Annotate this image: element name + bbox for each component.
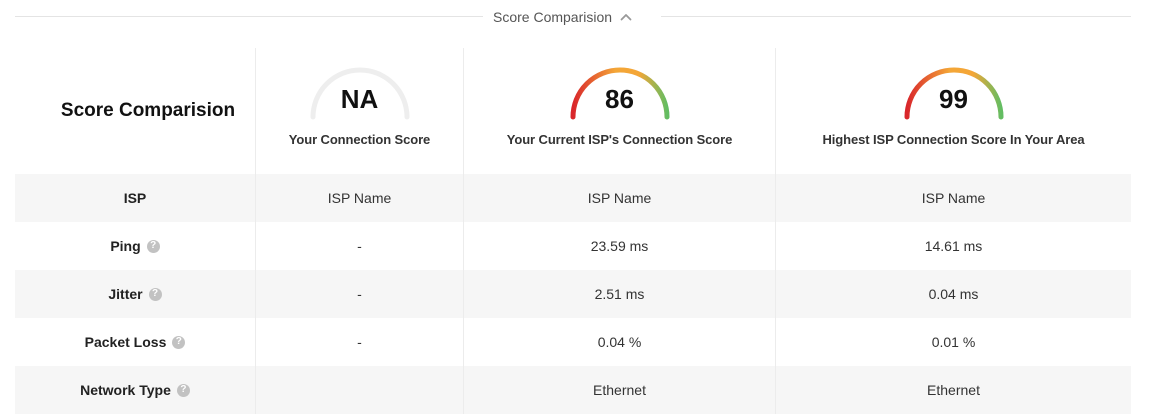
table-cell: 0.04 ms <box>775 270 1131 318</box>
table-row-network-type: Network Type ? Ethernet Ethernet <box>15 366 1131 414</box>
score-comparison-title: Score Comparision <box>60 100 236 121</box>
divider-left <box>15 16 483 17</box>
your-connection-score: NA Your Connection Score <box>255 48 463 174</box>
table-cell: ISP Name <box>463 174 775 222</box>
score-label: Highest ISP Connection Score In Your Are… <box>822 132 1085 147</box>
table-cell <box>255 366 463 414</box>
score-gauge: 99 <box>902 62 1006 122</box>
score-gauge: 86 <box>568 62 672 122</box>
table-cell: 23.59 ms <box>463 222 775 270</box>
divider-right <box>661 16 1131 17</box>
score-comparison-table: Score Comparision NA Your Connection Sco… <box>15 48 1131 414</box>
table-row-jitter: Jitter ? - 2.51 ms 0.04 ms <box>15 270 1131 318</box>
table-cell: 2.51 ms <box>463 270 775 318</box>
row-label-text: Network Type <box>80 382 171 398</box>
chevron-up-icon <box>620 13 632 21</box>
table-cell: - <box>255 222 463 270</box>
row-label: Network Type ? <box>15 366 255 414</box>
help-icon[interactable]: ? <box>176 383 190 397</box>
current-isp-score: 86 Your Current ISP's Connection Score <box>463 48 775 174</box>
row-label-text: Jitter <box>108 286 143 302</box>
row-label: Ping ? <box>15 222 255 270</box>
score-comparison-toggle[interactable]: Score Comparision <box>493 6 632 28</box>
row-label-text: Packet Loss <box>84 334 167 350</box>
row-label: Jitter ? <box>15 270 255 318</box>
row-label: ISP <box>15 174 255 222</box>
section-header: Score Comparision <box>15 0 1131 34</box>
score-label: Your Connection Score <box>288 132 431 147</box>
score-comparison-heading-cell: Score Comparision <box>15 48 255 174</box>
row-label: Packet Loss ? <box>15 318 255 366</box>
score-value: NA <box>340 84 379 114</box>
table-row-packet-loss: Packet Loss ? - 0.04 % 0.01 % <box>15 318 1131 366</box>
score-label: Your Current ISP's Connection Score <box>506 132 733 147</box>
table-cell: 14.61 ms <box>775 222 1131 270</box>
score-gauge: NA <box>308 62 412 122</box>
help-icon[interactable]: ? <box>148 287 162 301</box>
highest-isp-score: 99 Highest ISP Connection Score In Your … <box>775 48 1131 174</box>
table-cell: - <box>255 270 463 318</box>
table-cell: Ethernet <box>463 366 775 414</box>
table-cell: ISP Name <box>255 174 463 222</box>
table-cell: - <box>255 318 463 366</box>
table-cell: 0.01 % <box>775 318 1131 366</box>
table-cell: 0.04 % <box>463 318 775 366</box>
table-cell: Ethernet <box>775 366 1131 414</box>
row-label-text: Ping <box>110 238 141 254</box>
section-title: Score Comparision <box>493 9 613 25</box>
help-icon[interactable]: ? <box>172 335 186 349</box>
table-row-isp: ISP ISP Name ISP Name ISP Name <box>15 174 1131 222</box>
score-value: 99 <box>939 84 968 114</box>
table-cell: ISP Name <box>775 174 1131 222</box>
score-value: 86 <box>605 84 634 114</box>
row-label-text: ISP <box>123 190 147 206</box>
score-row: Score Comparision NA Your Connection Sco… <box>15 48 1131 174</box>
help-icon[interactable]: ? <box>146 239 160 253</box>
table-row-ping: Ping ? - 23.59 ms 14.61 ms <box>15 222 1131 270</box>
